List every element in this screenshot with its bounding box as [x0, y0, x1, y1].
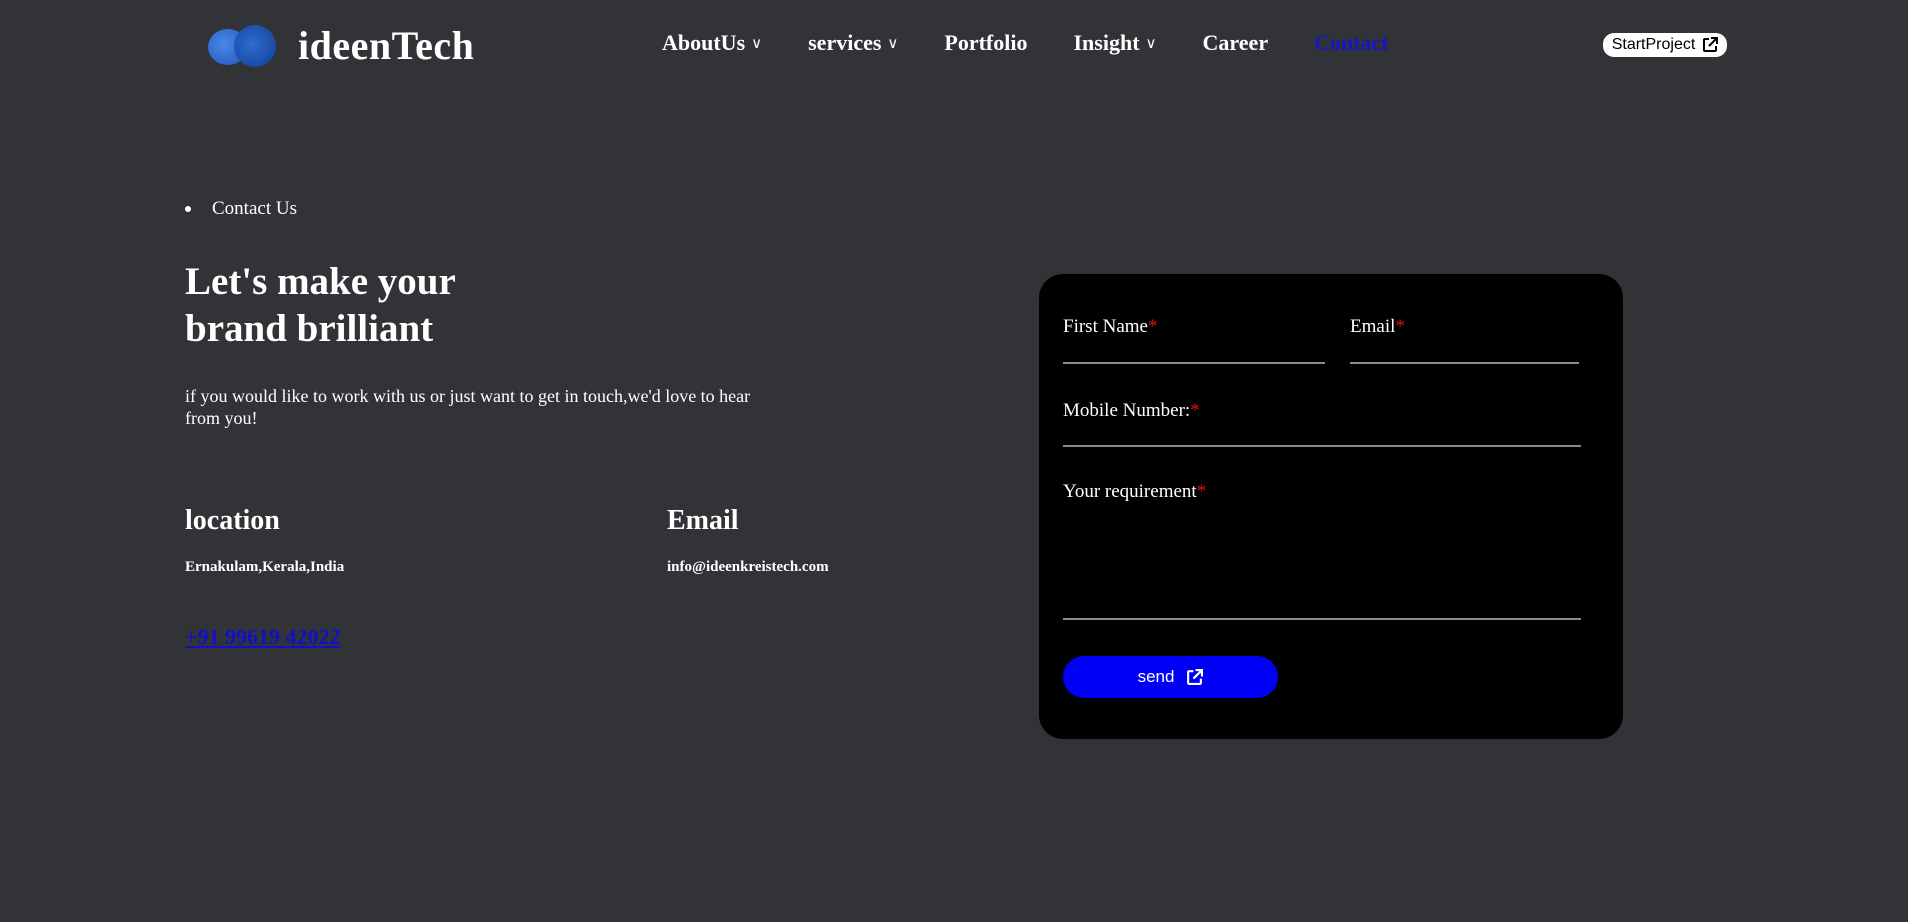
nav-item-label: AboutUs [662, 30, 746, 55]
chevron-down-icon: ∨ [887, 34, 899, 52]
requirement-label: Your requirement* [1063, 481, 1206, 503]
chevron-down-icon: ∨ [1145, 34, 1157, 52]
first-name-input[interactable] [1063, 348, 1329, 374]
nav-item-aboutus[interactable]: AboutUs ∨ [662, 30, 762, 56]
page-title-line-1: Let's make your [185, 260, 456, 303]
email-input[interactable] [1350, 348, 1583, 374]
location-heading: location [185, 505, 280, 536]
location-value: Ernakulam,Kerala,India [185, 559, 345, 575]
chevron-down-icon: ∨ [751, 34, 763, 52]
first-name-underline [1063, 362, 1325, 364]
first-name-label: First Name* [1063, 316, 1157, 338]
contact-form: First Name* Email* Mobile Number:* Your … [1039, 274, 1623, 739]
external-link-icon [1187, 668, 1204, 685]
nav-item-label: Contact [1314, 30, 1389, 55]
requirement-textarea[interactable] [1063, 514, 1585, 618]
brand-logo[interactable]: ideenTech [206, 22, 474, 69]
first-name-label-text: First Name [1063, 316, 1148, 337]
nav-item-label: services [808, 30, 882, 55]
required-mark: * [1190, 400, 1200, 421]
mobile-label: Mobile Number:* [1063, 400, 1200, 422]
external-link-icon [1703, 37, 1719, 52]
start-project-label: StartProject [1611, 36, 1696, 53]
intro-text: if you would like to work with us or jus… [185, 386, 751, 428]
nav-item-label: Career [1202, 30, 1269, 55]
bullet-icon [185, 206, 191, 212]
start-project-button[interactable]: StartProject [1603, 33, 1727, 57]
logo-icon [206, 23, 278, 69]
nav-item-portfolio[interactable]: Portfolio [944, 30, 1027, 56]
required-mark: * [1147, 316, 1158, 337]
breadcrumb-label: Contact Us [212, 198, 297, 219]
mobile-label-text: Mobile Number: [1063, 400, 1191, 421]
mobile-underline [1063, 445, 1581, 447]
email-underline [1350, 362, 1579, 364]
nav-item-contact[interactable]: Contact [1314, 30, 1389, 56]
nav-item-label: Insight [1073, 30, 1140, 55]
required-mark: * [1395, 316, 1405, 337]
email-label: Email* [1350, 316, 1405, 338]
breadcrumb: Contact Us [185, 198, 297, 220]
send-button[interactable]: send [1063, 656, 1278, 698]
required-mark: * [1196, 481, 1207, 502]
email-heading: Email [667, 505, 739, 536]
email-value: info@ideenkreistech.com [667, 559, 829, 575]
requirement-underline [1063, 618, 1581, 620]
send-label: send [1137, 667, 1175, 686]
nav-item-insight[interactable]: Insight ∨ [1074, 30, 1157, 56]
brand-name: ideenTech [298, 23, 475, 68]
main-nav: AboutUs ∨ services ∨ Portfolio Insight ∨… [662, 30, 1435, 56]
email-label-text: Email [1350, 316, 1396, 337]
requirement-label-text: Your requirement [1063, 481, 1197, 502]
page-title-line-2: brand brilliant [185, 307, 434, 350]
page-title: Let's make your brand brilliant [185, 258, 545, 352]
nav-item-label: Portfolio [944, 30, 1028, 55]
mobile-input[interactable] [1063, 430, 1585, 456]
nav-item-career[interactable]: Career [1203, 30, 1269, 56]
phone-link[interactable]: +91 99619 42022 [185, 624, 341, 650]
nav-item-services[interactable]: services ∨ [808, 30, 898, 56]
